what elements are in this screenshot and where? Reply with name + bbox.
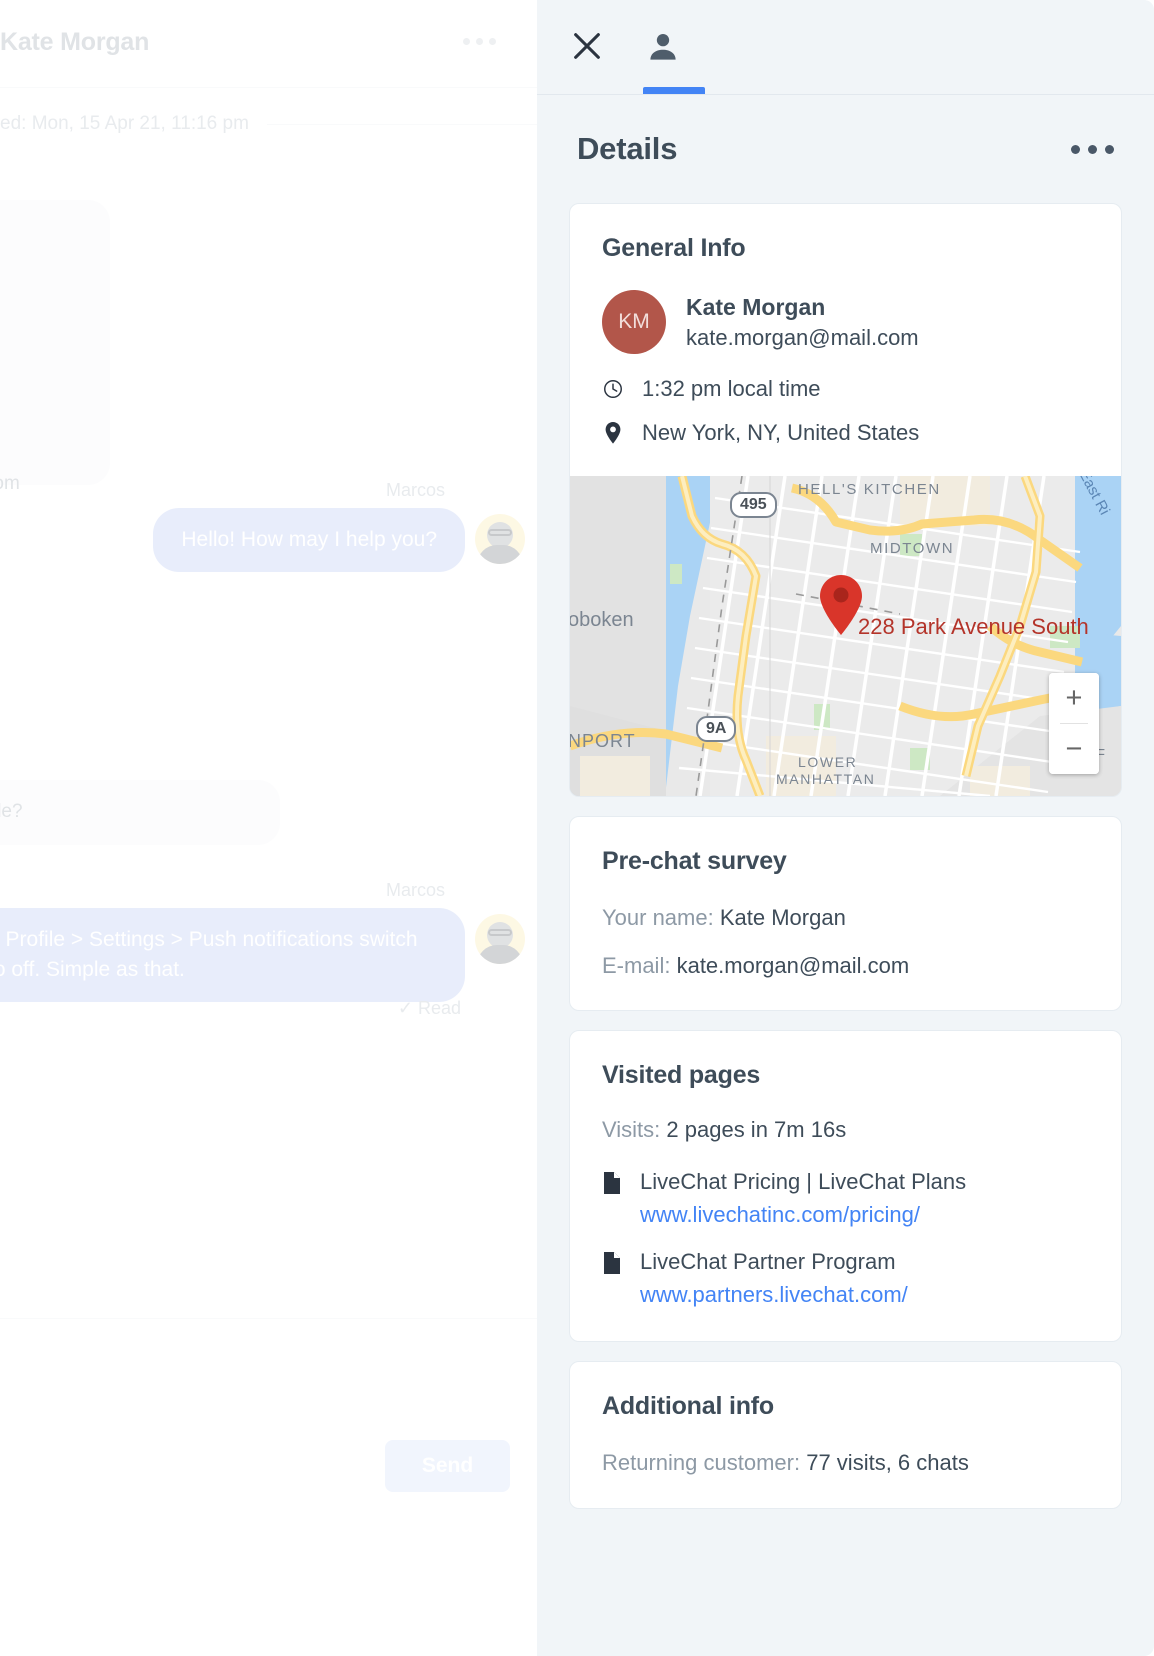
survey-row-value: Kate Morgan xyxy=(719,905,846,930)
chat-message-list[interactable]: / ny.com Marcos Hello! How may I help yo… xyxy=(0,150,537,1310)
pre-chat-survey-title: Pre-chat survey xyxy=(602,847,787,875)
location-value: New York, NY, United States xyxy=(642,420,920,445)
visited-page-url[interactable]: www.partners.livechat.com/ xyxy=(640,1278,908,1311)
details-card-list[interactable]: General Info KM Kate Morgan kate.morgan@… xyxy=(537,203,1154,1656)
customer-identity: KM Kate Morgan kate.morgan@mail.com xyxy=(602,290,1089,354)
visited-page-title: LiveChat Partner Program xyxy=(640,1249,896,1275)
details-tabbar xyxy=(537,0,1154,95)
map-address-label: 228 Park Avenue South xyxy=(858,614,1089,639)
details-panel: Details General Info KM Kate Morgan kate… xyxy=(537,0,1154,1656)
document-icon xyxy=(602,1165,622,1231)
agent-avatar xyxy=(475,514,525,564)
agent-message-author: Marcos xyxy=(385,880,445,900)
details-options-icon[interactable] xyxy=(1071,144,1114,154)
map-label: MIDTOWN xyxy=(870,540,955,557)
customer-name: Kate Morgan xyxy=(686,294,826,321)
customer-message-fragment-2: ny.com xyxy=(0,473,20,494)
clock-icon xyxy=(602,378,624,400)
chat-date-label: ed: Mon, 15 Apr 21, 11:16 pm xyxy=(0,113,249,134)
visits-summary: Visits: 2 pages in 7m 16s xyxy=(602,1117,1089,1143)
send-button[interactable]: Send xyxy=(385,1440,510,1492)
map-label: MANHATTAN xyxy=(776,771,876,787)
customer-email: kate.morgan@mail.com xyxy=(686,324,919,350)
tab-customer-profile[interactable] xyxy=(629,0,705,94)
avatar: KM xyxy=(602,290,666,354)
highway-shield-495: 495 xyxy=(730,492,777,518)
local-time-row: 1:32 pm local time xyxy=(602,376,1089,402)
message-composer[interactable]: Send xyxy=(0,1322,537,1500)
livechat-app: Kate Morgan ed: Mon, 15 Apr 21, 11:16 pm… xyxy=(0,0,1154,1656)
location-row: New York, NY, United States xyxy=(602,420,1089,446)
additional-info-row: Returning customer: 77 visits, 6 chats xyxy=(602,1448,1089,1478)
read-receipt: ✓ Read xyxy=(397,998,461,1018)
customer-message-bubble: notifications on mobile? xyxy=(0,780,280,845)
general-info-title: General Info xyxy=(602,234,746,262)
visits-value: 2 pages in 7m 16s xyxy=(666,1117,847,1143)
visited-page-url[interactable]: www.livechatinc.com/pricing/ xyxy=(640,1198,966,1231)
location-map[interactable]: HELL'S KITCHEN MIDTOWN oboken NPORT LOWE… xyxy=(570,476,1121,796)
chat-header: Kate Morgan xyxy=(0,0,537,88)
agent-message-author: Marcos xyxy=(385,480,445,500)
details-header: Details xyxy=(537,95,1154,203)
customer-message-bubble: / ny.com xyxy=(0,200,110,494)
visits-label: Visits: xyxy=(602,1117,661,1143)
map-pin-icon xyxy=(602,421,624,445)
visited-pages-card: Visited pages Visits: 2 pages in 7m 16s xyxy=(569,1030,1122,1343)
visited-page-title: LiveChat Pricing | LiveChat Plans xyxy=(640,1169,967,1195)
chat-options-icon[interactable] xyxy=(463,38,496,45)
list-item: LiveChat Pricing | LiveChat Plans www.li… xyxy=(602,1165,1089,1231)
tab-active-indicator xyxy=(643,87,705,94)
survey-row-value: kate.morgan@mail.com xyxy=(676,952,910,978)
map-label: oboken xyxy=(570,609,634,631)
survey-row: E-mail: kate.morgan@mail.com xyxy=(602,951,1089,981)
chat-header-title: Kate Morgan xyxy=(0,28,150,56)
general-info-card: General Info KM Kate Morgan kate.morgan@… xyxy=(569,203,1122,797)
additional-info-card: Additional info Returning customer: 77 v… xyxy=(569,1361,1122,1510)
divider-line xyxy=(266,123,537,125)
survey-row-label: Your name: xyxy=(602,905,714,930)
local-time-value: 1:32 pm local time xyxy=(642,376,821,401)
agent-message-bubble: o Profile > Settings > Push notification… xyxy=(0,908,465,1002)
map-label: HELL'S KITCHEN xyxy=(798,481,941,498)
list-item: LiveChat Partner Program www.partners.li… xyxy=(602,1245,1089,1311)
map-zoom-in-button[interactable]: + xyxy=(1049,673,1099,723)
visited-pages-title: Visited pages xyxy=(602,1061,761,1090)
pre-chat-survey-card: Pre-chat survey Your name: Kate Morgan E… xyxy=(569,816,1122,1012)
chat-panel: Kate Morgan ed: Mon, 15 Apr 21, 11:16 pm… xyxy=(0,0,537,1656)
document-icon xyxy=(602,1245,622,1311)
close-icon[interactable] xyxy=(564,23,610,69)
page-title: Details xyxy=(577,131,678,166)
agent-message-bubble: Hello! How may I help you? xyxy=(153,508,465,572)
chat-date-divider: ed: Mon, 15 Apr 21, 11:16 pm xyxy=(0,113,537,135)
survey-row-label: E-mail: xyxy=(602,952,671,978)
agent-avatar xyxy=(475,914,525,964)
map-zoom-controls[interactable]: + − xyxy=(1049,673,1099,774)
map-zoom-out-button[interactable]: − xyxy=(1049,724,1099,774)
map-label: LOWER xyxy=(798,754,858,770)
highway-shield-9a: 9A xyxy=(696,716,737,742)
additional-info-title: Additional info xyxy=(602,1392,774,1421)
map-label: NPORT xyxy=(570,731,636,751)
composer-divider xyxy=(0,1318,537,1319)
survey-row: Your name: Kate Morgan xyxy=(602,903,1089,933)
additional-info-value: 77 visits, 6 chats xyxy=(806,1450,969,1476)
additional-info-label: Returning customer: xyxy=(602,1450,801,1476)
